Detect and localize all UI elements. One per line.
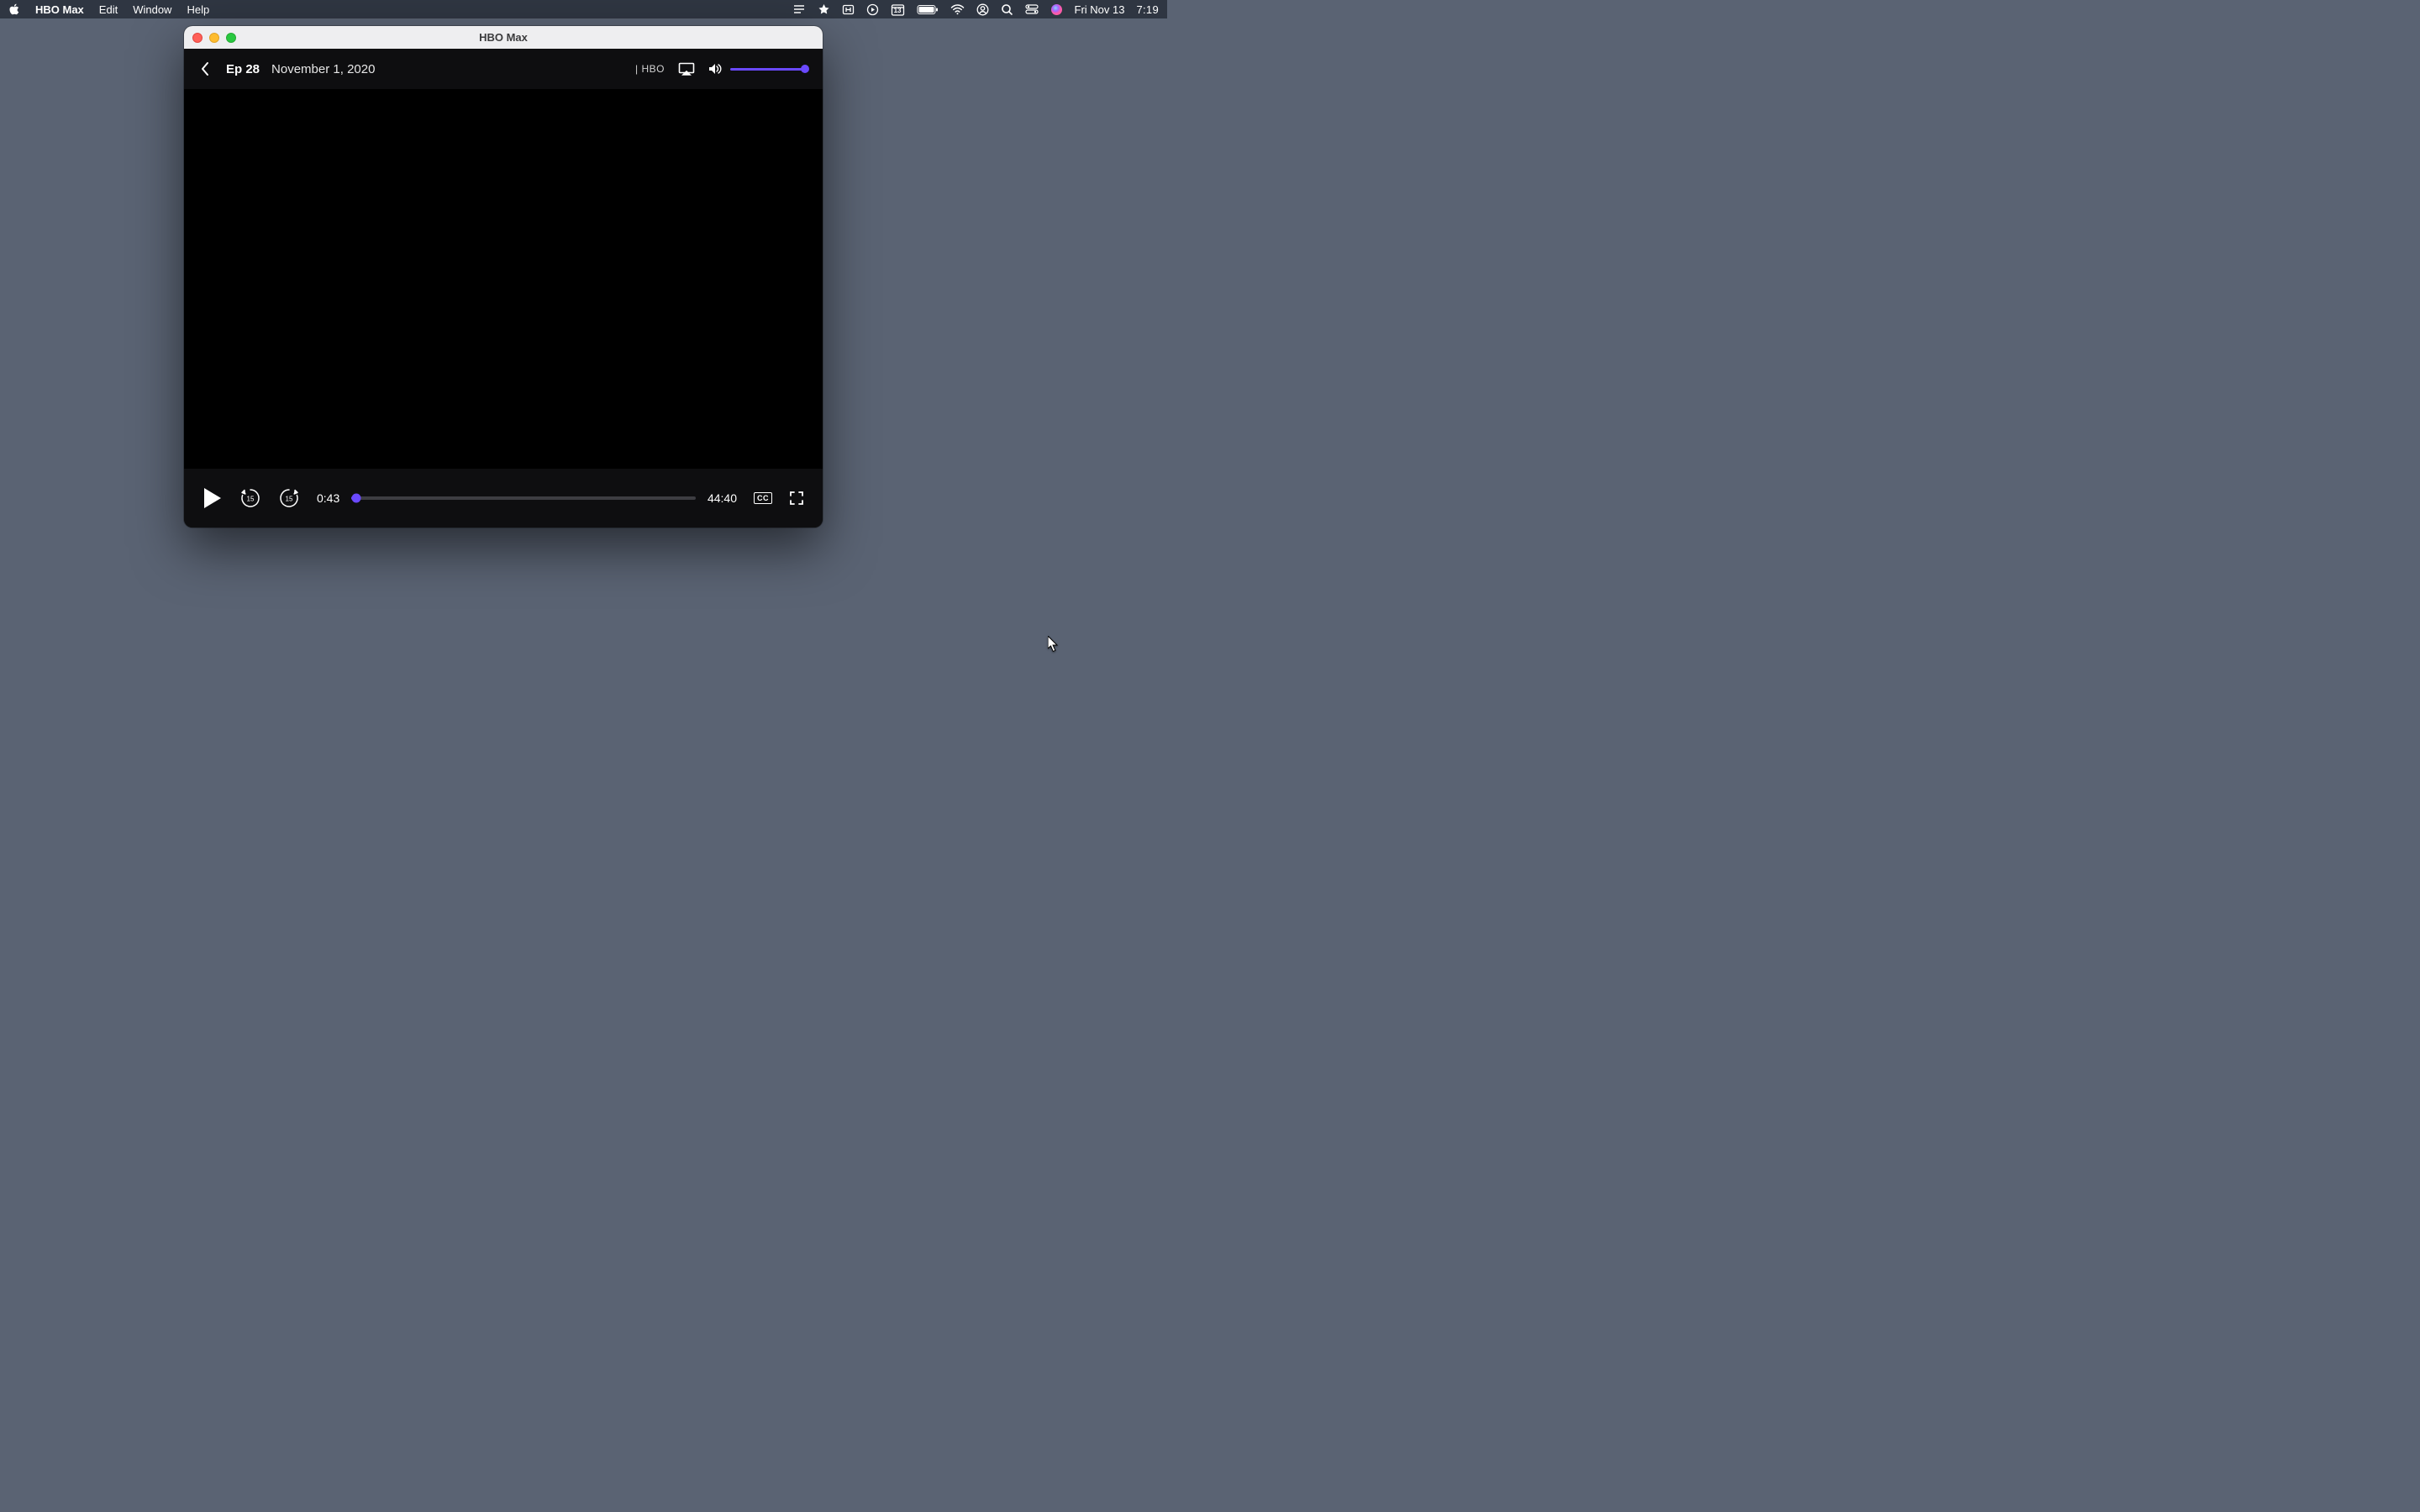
- episode-date: November 1, 2020: [271, 62, 375, 76]
- skip-back-button[interactable]: 15: [239, 487, 261, 509]
- network-tag: | HBO: [635, 63, 665, 75]
- menubar-time[interactable]: 7:19: [1136, 3, 1159, 16]
- menu-help[interactable]: Help: [187, 3, 209, 16]
- video-area[interactable]: [184, 89, 823, 469]
- back-button[interactable]: [201, 61, 209, 76]
- chevron-left-icon: [201, 61, 209, 76]
- calendar-day-badge: 13: [891, 7, 905, 14]
- status-keyboard-icon[interactable]: [842, 3, 855, 16]
- status-wifi-icon[interactable]: [950, 4, 965, 15]
- menubar-left: HBO Max Edit Window Help: [8, 3, 209, 16]
- player-controls: 15 15 0:43 44:40 CC: [184, 469, 823, 528]
- airplay-button[interactable]: [678, 62, 695, 76]
- status-app2-icon[interactable]: [818, 3, 830, 16]
- menu-app-name[interactable]: HBO Max: [35, 3, 84, 16]
- captions-button[interactable]: CC: [754, 492, 772, 504]
- menu-window[interactable]: Window: [133, 3, 171, 16]
- status-battery-icon[interactable]: [917, 4, 939, 15]
- volume-slider-thumb[interactable]: [801, 65, 809, 73]
- app-window: HBO Max Ep 28 November 1, 2020 | HBO: [184, 26, 823, 528]
- airplay-icon: [678, 62, 695, 76]
- status-calendar-icon[interactable]: 13: [891, 3, 905, 16]
- menubar-date[interactable]: Fri Nov 13: [1075, 3, 1125, 16]
- progress-slider[interactable]: [351, 496, 696, 500]
- macos-menubar: HBO Max Edit Window Help 13 Fri Nov 13 7…: [0, 0, 1167, 18]
- player-header-right: | HBO: [635, 62, 806, 76]
- mouse-cursor-icon: [1048, 636, 1060, 653]
- skip-forward-button[interactable]: 15: [278, 487, 300, 509]
- speaker-icon: [708, 63, 722, 75]
- window-title: HBO Max: [184, 31, 823, 44]
- status-siri-icon[interactable]: [1050, 3, 1063, 16]
- apple-logo-icon[interactable]: [8, 3, 20, 16]
- status-play-icon[interactable]: [866, 3, 879, 16]
- progress-thumb[interactable]: [352, 494, 361, 503]
- status-search-icon[interactable]: [1001, 3, 1013, 16]
- episode-label: Ep 28: [226, 62, 260, 76]
- status-control-center-icon[interactable]: [1025, 4, 1039, 14]
- current-time: 0:43: [317, 491, 339, 505]
- total-time: 44:40: [708, 491, 737, 505]
- volume-control: [708, 63, 806, 75]
- skip-forward-seconds: 15: [286, 495, 293, 502]
- skip-back-seconds: 15: [247, 495, 255, 502]
- window-titlebar[interactable]: HBO Max: [184, 26, 823, 49]
- menubar-right: 13 Fri Nov 13 7:19: [792, 3, 1159, 16]
- fullscreen-icon: [789, 491, 804, 506]
- progress-section: 0:43 44:40: [317, 491, 737, 505]
- menu-edit[interactable]: Edit: [99, 3, 118, 16]
- status-app1-icon[interactable]: [792, 3, 806, 15]
- status-user-icon[interactable]: [976, 3, 989, 16]
- play-icon: [203, 487, 223, 509]
- volume-slider[interactable]: [730, 68, 806, 71]
- fullscreen-button[interactable]: [789, 491, 804, 506]
- volume-button[interactable]: [708, 63, 722, 75]
- play-button[interactable]: [203, 487, 223, 509]
- player-header: Ep 28 November 1, 2020 | HBO: [184, 49, 823, 89]
